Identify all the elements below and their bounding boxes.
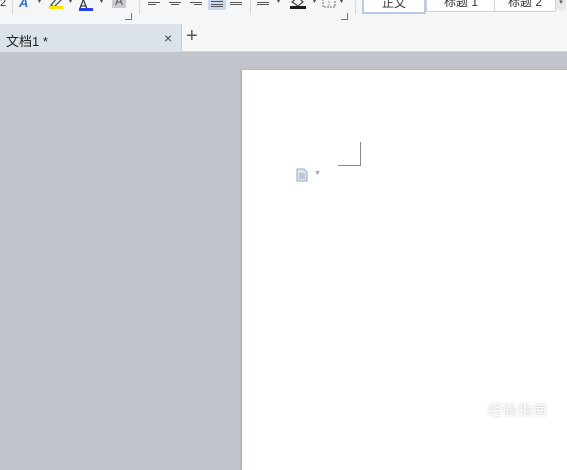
page-margin-corner-mark xyxy=(338,142,361,166)
style-normal[interactable]: 正文 xyxy=(362,0,426,14)
watermark-text: 经验指南 xyxy=(488,402,548,418)
align-center-icon[interactable] xyxy=(169,0,183,8)
watermark-subtext: jingyanzhinan.com xyxy=(468,424,526,431)
char-shading-glyph: A xyxy=(115,0,124,8)
paragraph-layout-icon[interactable] xyxy=(296,168,308,187)
text-effect-button[interactable]: A xyxy=(19,0,28,10)
style-heading-1[interactable]: 标题 1 xyxy=(426,0,496,12)
ribbon-separator xyxy=(12,0,13,14)
line-spacing-icon[interactable] xyxy=(257,0,271,8)
new-tab-button[interactable]: + xyxy=(186,25,198,47)
justify-icon[interactable] xyxy=(208,0,226,10)
tab-title: 文档1 * xyxy=(6,34,48,49)
borders-icon xyxy=(322,0,336,8)
chevron-down-icon[interactable]: ▼ xyxy=(338,0,345,5)
chevron-down-icon[interactable]: ▼ xyxy=(275,0,282,5)
font-color-bar xyxy=(79,8,93,11)
borders-button[interactable] xyxy=(322,0,336,13)
font-dialog-launcher-icon[interactable] xyxy=(125,13,132,20)
document-tab[interactable]: 文档1 * × xyxy=(0,24,182,52)
close-icon[interactable]: × xyxy=(164,30,172,46)
paint-bucket-icon xyxy=(290,0,306,9)
document-tab-bar: 文档1 * × + xyxy=(0,22,567,52)
align-right-icon[interactable] xyxy=(190,0,204,8)
watermark-logo-icon xyxy=(465,396,485,421)
highlight-button[interactable] xyxy=(48,0,64,15)
char-shading-button[interactable]: A xyxy=(112,0,126,8)
shading-button[interactable] xyxy=(289,0,307,15)
paragraph-dialog-launcher-icon[interactable] xyxy=(341,13,348,20)
align-left-icon[interactable] xyxy=(148,0,162,8)
chevron-down-icon[interactable]: ▼ xyxy=(314,170,321,177)
style-heading-2[interactable]: 标题 2 xyxy=(494,0,556,12)
ribbon-separator xyxy=(139,0,140,14)
ribbon-separator xyxy=(250,0,251,14)
chevron-down-icon[interactable]: ▼ xyxy=(67,0,74,5)
chevron-down-icon[interactable]: ▼ xyxy=(311,0,318,5)
highlighter-icon xyxy=(49,0,63,9)
font-size-fragment[interactable]: 2 xyxy=(0,0,6,10)
distributed-align-icon[interactable] xyxy=(230,0,244,8)
chevron-down-icon[interactable]: ▼ xyxy=(36,0,43,5)
chevron-down-icon[interactable]: ▼ xyxy=(98,0,105,5)
styles-scroll-icon[interactable]: ▾ xyxy=(556,0,566,10)
document-icon xyxy=(296,168,308,182)
ribbon-separator xyxy=(355,0,356,14)
ribbon-toolbar: 2 A ▼ ▼ A ▼ A ▼ ▼ ▼ 正文 标题 1 标题 2 ▾ xyxy=(0,0,567,23)
font-color-button[interactable]: A xyxy=(79,0,93,14)
